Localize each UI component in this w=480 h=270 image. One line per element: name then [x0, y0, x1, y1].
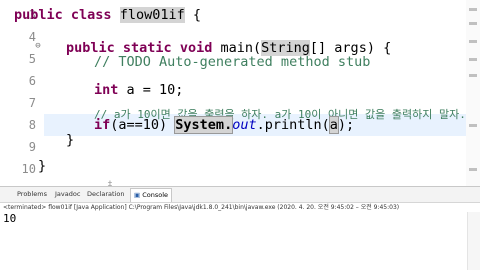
assignment: a = 10;	[118, 82, 184, 98]
class-name: flow01if	[119, 7, 185, 23]
ruler-marker[interactable]	[469, 22, 477, 25]
tab-label: Declaration	[87, 190, 125, 198]
fold-collapse-icon[interactable]: ⊖	[34, 42, 42, 51]
code-line-13: }	[38, 158, 47, 174]
line-number: 9	[28, 140, 36, 154]
line-number: 4	[28, 30, 36, 44]
keyword: int	[94, 82, 119, 98]
line-number: 5	[28, 52, 36, 66]
overview-ruler[interactable]	[466, 0, 480, 186]
code-line-8: int a = 10;	[94, 79, 480, 101]
console-output: 10	[3, 212, 17, 225]
tab-declaration[interactable]: Declaration	[84, 188, 127, 201]
line-number: 7	[28, 96, 36, 110]
code-line-6: // TODO Auto-generated method stub	[94, 54, 371, 70]
ruler-marker[interactable]	[469, 74, 477, 77]
code-editor[interactable]: 3 4 5 6 7 8 9 10 11 ⊖ public class flow0…	[0, 0, 480, 186]
line-number: 8	[28, 118, 36, 132]
brace: {	[184, 7, 201, 23]
tab-label: Problems	[17, 190, 47, 198]
ruler-marker[interactable]	[469, 40, 477, 43]
ruler-marker[interactable]	[469, 168, 477, 171]
console-icon: ▣	[134, 191, 141, 199]
tab-console[interactable]: ▣ Console	[130, 188, 173, 202]
tab-label: Console	[142, 191, 169, 199]
ruler-marker[interactable]	[469, 8, 477, 11]
ruler-marker[interactable]	[469, 124, 477, 127]
keyword: class	[70, 7, 112, 23]
tab-label: Javadoc	[55, 190, 81, 198]
console-status: <terminated> flow01if [Java Application]…	[0, 203, 480, 212]
keyword: public	[14, 7, 63, 23]
console-output-area[interactable]: 10	[0, 212, 480, 270]
tab-problems[interactable]: Problems	[14, 188, 50, 201]
bottom-panel-tabs: Problems Javadoc Declaration ▣ Console	[0, 187, 480, 203]
code-line-3: public class flow01if {	[14, 4, 434, 26]
code-line-11: }	[66, 132, 75, 148]
line-number: 10	[21, 162, 36, 176]
console-scrollbar[interactable]	[467, 212, 480, 270]
ruler-marker[interactable]	[469, 58, 477, 61]
tab-javadoc[interactable]: Javadoc	[52, 188, 83, 201]
line-number: 6	[28, 74, 36, 88]
